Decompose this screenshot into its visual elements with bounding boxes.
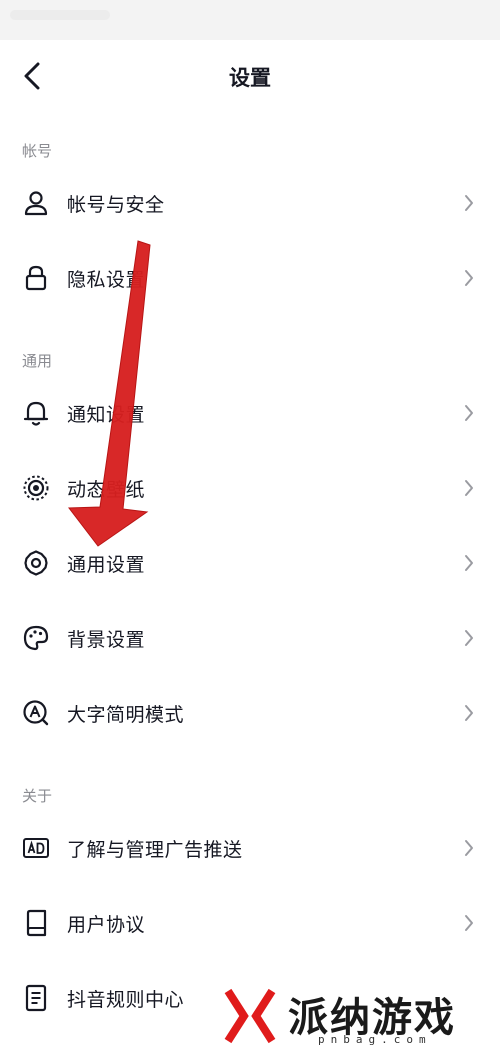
- live-wallpaper-icon: [22, 474, 50, 502]
- settings-item-user-agreement[interactable]: 用户协议: [0, 891, 500, 955]
- chevron-right-icon: [462, 838, 476, 858]
- settings-item-notifications[interactable]: 通知设置: [0, 381, 500, 445]
- chevron-right-icon: [462, 478, 476, 498]
- settings-item-live-wallpaper[interactable]: 动态壁纸: [0, 456, 500, 520]
- chevron-right-icon: [462, 553, 476, 573]
- chevron-right-icon: [462, 193, 476, 213]
- large-font-icon: [22, 699, 50, 727]
- page-title: 设置: [229, 66, 271, 90]
- watermark: 派纳游戏网 pnbag.com: [218, 983, 488, 1057]
- settings-item-label: 背景设置: [67, 628, 146, 651]
- settings-item-label: 隐私设置: [67, 268, 146, 291]
- chevron-right-icon: [462, 913, 476, 933]
- settings-item-label: 通知设置: [67, 403, 146, 426]
- settings-item-label: 了解与管理广告推送: [67, 838, 243, 861]
- watermark-text: 派纳游戏网: [288, 995, 456, 1057]
- status-bar: [0, 0, 500, 40]
- gear-icon: [22, 549, 50, 577]
- section-header-general: 通用: [22, 352, 53, 370]
- user-icon: [22, 189, 50, 217]
- settings-item-label: 通用设置: [67, 553, 146, 576]
- settings-item-ad-management[interactable]: 了解与管理广告推送: [0, 816, 500, 880]
- lock-icon: [22, 264, 50, 292]
- settings-item-label: 大字简明模式: [67, 703, 185, 726]
- settings-item-privacy[interactable]: 隐私设置: [0, 246, 500, 310]
- chevron-right-icon: [462, 628, 476, 648]
- bell-icon: [22, 399, 50, 427]
- chevron-right-icon: [462, 403, 476, 423]
- chevron-right-icon: [462, 268, 476, 288]
- settings-item-general-settings[interactable]: 通用设置: [0, 531, 500, 595]
- settings-item-label: 抖音规则中心: [67, 988, 185, 1011]
- settings-item-label: 动态壁纸: [67, 478, 146, 501]
- watermark-logo-icon: [222, 987, 278, 1045]
- section-header-account: 帐号: [22, 142, 53, 160]
- palette-icon: [22, 624, 50, 652]
- settings-item-label: 帐号与安全: [67, 193, 165, 216]
- watermark-domain: pnbag.com: [318, 1033, 432, 1046]
- settings-item-large-font-mode[interactable]: 大字简明模式: [0, 681, 500, 745]
- book-icon: [22, 909, 50, 937]
- settings-item-account-security[interactable]: 帐号与安全: [0, 171, 500, 235]
- status-bar-pill: [10, 10, 110, 20]
- document-icon: [22, 984, 50, 1012]
- settings-item-label: 用户协议: [67, 913, 146, 936]
- section-header-about: 关于: [22, 787, 53, 805]
- nav-bar: 设置: [0, 40, 500, 112]
- ad-icon: [22, 834, 50, 862]
- settings-item-background[interactable]: 背景设置: [0, 606, 500, 670]
- chevron-right-icon: [462, 703, 476, 723]
